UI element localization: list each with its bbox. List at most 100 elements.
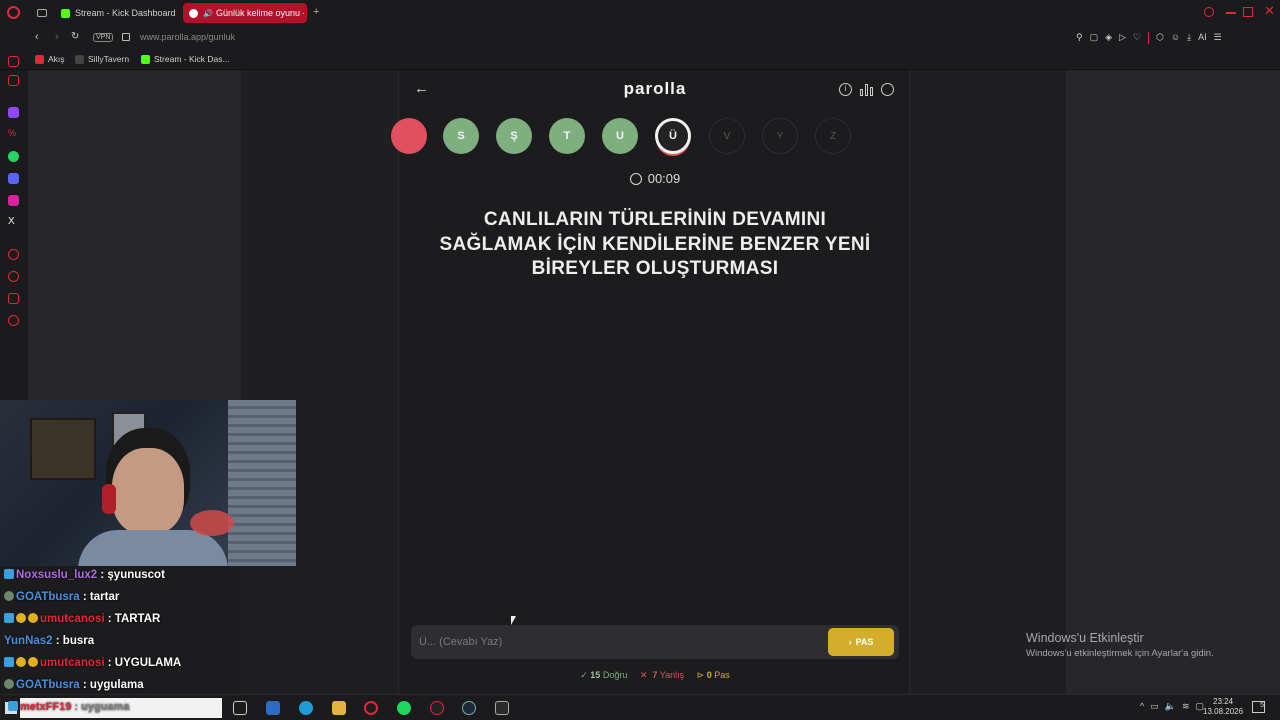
wifi-icon[interactable]: ≋ [1182,701,1190,712]
reload-icon[interactable]: ↻ [71,31,79,42]
twitch-icon[interactable] [8,107,19,118]
file-explorer-icon[interactable] [332,701,346,715]
vpn-badge[interactable]: VPN [93,33,114,42]
play-icon[interactable]: ▷ [1119,32,1126,44]
badge-icon [16,613,26,623]
clock-time: 23:24 [1213,697,1234,706]
discord-icon[interactable] [8,173,19,184]
url-field[interactable]: www.parolla.app/gunluk [140,32,235,42]
tray-icons: ^ ▭ 🔈 ≋ ▢ [1140,701,1204,712]
bookmark-pin-icon[interactable]: ⚲ [1076,32,1083,44]
tab-parolla[interactable]: 🔊 Günlük kelime oyunu - p [183,3,307,23]
stats-icon[interactable] [860,83,873,96]
heart-icon[interactable]: ♡ [1133,32,1141,44]
edge-icon[interactable] [299,701,313,715]
notification-icon[interactable]: 5 [1252,701,1265,713]
letter-t: T [549,118,585,154]
ai-label: AI [1198,32,1207,42]
profile-icon[interactable]: ☺ [1171,32,1180,44]
epic-games-icon[interactable] [495,701,509,715]
window-blinds [228,400,296,566]
chevron-up-icon[interactable]: ^ [1140,701,1144,712]
timer: 00:09 [399,171,911,186]
settings-icon[interactable] [8,315,19,326]
network-icon[interactable]: ▭ [1150,701,1159,712]
new-tab-button[interactable]: + [313,6,319,18]
bookmark-akis[interactable]: Akış [35,54,65,64]
chat-message: GOATbusra : tartar [4,591,119,603]
answer-box: › PAS [411,625,899,659]
wrong-stat: ✕ 7 Yanlış [639,670,685,680]
tab-switcher-icon[interactable] [37,9,47,17]
notification-count: 5 [1260,702,1264,709]
bookmark-label: SillyTavern [88,54,130,64]
percent-icon[interactable]: % [8,128,19,139]
chevron-right-icon: › [848,637,852,647]
page-gutter-right [910,70,1066,694]
bookmark-label: Akış [48,54,65,64]
tab-kick-dashboard[interactable]: Stream - Kick Dashboard [55,3,180,23]
back-icon[interactable]: ‹ [35,31,39,43]
opera-taskbar-icon[interactable] [364,701,378,715]
search-tabs-icon[interactable] [1204,7,1214,17]
toolbar-icons: ⚲ ▢ ◈ ▷ ♡ ⬡ ☺ ⤓ AI ☰ [1076,32,1222,44]
info-icon[interactable]: i [839,83,852,96]
user-icon[interactable] [881,83,894,96]
opera-logo-icon[interactable] [7,6,20,19]
download-icon[interactable]: ⤓ [1187,32,1191,44]
volume-icon[interactable]: 🔈 [1165,701,1176,712]
mail-icon[interactable] [266,701,280,715]
steam-icon[interactable] [462,701,476,715]
pass-stat: ⊳ 0 Pas [696,670,730,680]
x-icon[interactable]: X [8,216,19,227]
minimize-button[interactable] [1226,12,1236,14]
parolla-app: ← parolla i S Ş T U Ü V Y Z 00:09 CANLIL… [391,70,911,694]
aria-icon[interactable] [8,56,19,67]
app-icon[interactable] [430,701,444,715]
chat-message: GOATbusra : uygulama [4,679,144,691]
chat-message: umutcanosi : UYGULAMA [4,657,181,669]
app-title: parolla [623,79,687,98]
tab-label: Stream - Kick Dashboard [75,8,176,18]
badge-icon [4,679,14,689]
history-icon[interactable] [8,271,19,282]
clock[interactable]: 23:24 13.08.2026 [1203,697,1243,717]
tab-label: Günlük kelime oyunu - p [215,8,304,18]
timer-value: 00:09 [647,171,681,186]
whatsapp-icon[interactable] [8,151,19,162]
bookmark-kick[interactable]: Stream - Kick Das... [141,54,230,64]
stream-chat: Noxsuslu_lux2 : şyunuscot GOATbusra : ta… [0,566,296,694]
snapshot-icon[interactable]: ▢ [1090,32,1099,44]
badge-icon [28,613,38,623]
badge-icon [8,701,18,711]
restore-button[interactable] [1243,7,1253,17]
youtube-icon [189,8,198,18]
ai-button[interactable]: AI [1198,32,1207,44]
instagram-icon[interactable] [8,195,19,206]
extensions-icon[interactable]: ⬡ [1156,32,1164,44]
badge-icon [28,657,38,667]
clock-date: 13.08.2026 [1203,707,1244,716]
chat-message: YunNas2 : busra [4,635,95,647]
shield-icon[interactable]: ◈ [1105,32,1112,44]
menu-icon[interactable]: ☰ [1214,32,1222,44]
spotify-icon[interactable] [397,701,411,715]
mouse-cursor-icon [511,616,516,625]
bookmark-sillytavern[interactable]: SillyTavern [75,54,129,64]
room-light [190,510,234,536]
pas-button[interactable]: › PAS [828,628,894,656]
extensions-sidebar-icon[interactable] [8,293,19,304]
badge-icon [4,591,14,601]
player-icon[interactable] [8,249,19,260]
sillytavern-icon [75,54,84,64]
task-view-icon[interactable] [233,701,247,715]
clock-icon [629,172,642,185]
close-button[interactable]: ✕ [1264,3,1275,19]
answer-input[interactable] [419,625,819,659]
news-icon[interactable] [8,75,19,86]
speaker-icon[interactable]: 🔊 [203,9,213,18]
letter-z: Z [815,118,851,154]
lock-icon[interactable] [122,33,130,41]
letter-y: Y [762,118,798,154]
forward-icon[interactable]: › [55,31,59,43]
